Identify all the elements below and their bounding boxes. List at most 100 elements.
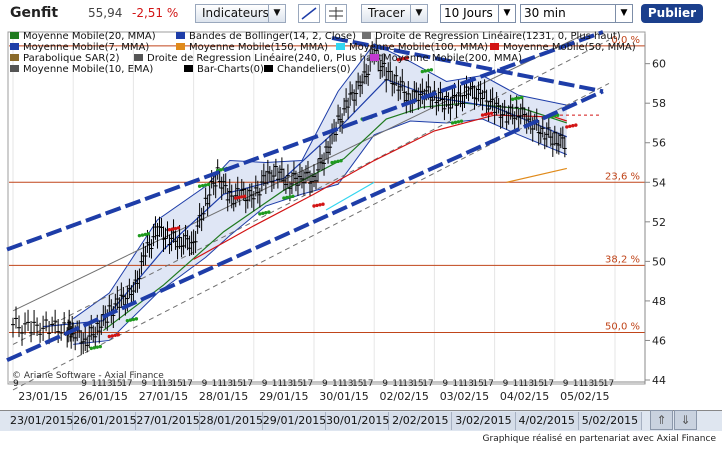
- y-tick-label: 54: [652, 176, 666, 189]
- sar-dot: [339, 159, 343, 163]
- interval-select[interactable]: 30 min ▼: [520, 4, 633, 23]
- legend-swatch: [134, 54, 143, 61]
- legend-label: Bar-Charts(0): [197, 64, 264, 75]
- sar-dot: [107, 334, 112, 339]
- x-date-label: 03/02/15: [440, 390, 489, 403]
- sar-dot: [240, 195, 244, 199]
- trendline-tool-icon[interactable]: [298, 4, 320, 23]
- sar-dot: [131, 317, 136, 322]
- sar-dot: [258, 212, 262, 216]
- x-axis: 923/01/159 1113151726/01/159 1113151727/01…: [9, 379, 645, 403]
- sar-dot: [143, 232, 148, 237]
- sar-dot: [197, 184, 202, 188]
- instrument-title: Genfit: [10, 5, 59, 21]
- legend-label: Droite de Regression Linéaire(240, 0, Pl…: [147, 52, 386, 64]
- day-tab[interactable]: 29/01/2015: [262, 412, 326, 430]
- sar-dot: [146, 232, 151, 236]
- day-tab[interactable]: 27/01/2015: [136, 412, 200, 430]
- footer-credit: Graphique réalisé en partenariat avec Ax…: [482, 434, 716, 444]
- copyright-text: © Ariane Software - Axial Finance: [12, 371, 164, 381]
- day-tab[interactable]: 23/01/2015: [10, 412, 73, 430]
- x-date-label: 30/01/15: [319, 390, 368, 403]
- legend-swatch: [176, 43, 185, 50]
- fibonacci-label: 38,2 %: [605, 254, 640, 265]
- sar-dot: [420, 69, 425, 74]
- sar-dot: [516, 96, 521, 100]
- sar-dot: [234, 196, 238, 200]
- legend-label: Moyenne Mobile(100, MMA): [349, 42, 488, 53]
- x-hour-label: 9: [322, 379, 328, 389]
- horizontal-line-tool-icon[interactable]: [325, 4, 347, 23]
- chevron-down-icon: ▼: [615, 5, 632, 22]
- draw-button[interactable]: Tracer ▼: [361, 4, 428, 23]
- legend-label: Moyenne Mobile(50, MMA): [503, 42, 636, 53]
- legend-swatch: [370, 54, 379, 61]
- day-tab[interactable]: 4/02/2015: [515, 412, 579, 430]
- legend-label: Moyenne Mobile(20, MMA): [23, 31, 156, 42]
- price-chart[interactable]: 0,0 %23,6 %38,2 %50,0 % 4446485052545658…: [0, 28, 722, 410]
- sar-dot: [264, 211, 268, 215]
- day-navigator[interactable]: 23/01/2015 26/01/2015 27/01/2015 28/01/2015…: [0, 410, 722, 431]
- sar-dot: [318, 203, 322, 207]
- day-tab[interactable]: 28/01/2015: [199, 412, 263, 430]
- legend-label: Moyenne Mobile(7, MMA): [23, 42, 149, 53]
- x-hour-label: 17: [242, 379, 253, 389]
- day-tab[interactable]: 30/01/2015: [326, 412, 389, 430]
- day-tab[interactable]: 5/02/2015: [578, 412, 642, 430]
- sar-dot: [200, 183, 205, 188]
- sar-dot: [568, 124, 572, 129]
- legend-label: Moyenne Mobile(150, MMA): [189, 42, 328, 53]
- legend-swatch: [490, 43, 499, 50]
- sar-dot: [483, 112, 488, 117]
- sar-dot: [89, 346, 93, 351]
- legend-swatch: [336, 43, 345, 50]
- sar-dot: [110, 334, 115, 338]
- legend-label: Bandes de Bollinger(14, 2, Close): [189, 31, 356, 42]
- x-date-label: 04/02/15: [500, 390, 549, 403]
- chevron-down-icon: ▼: [268, 5, 285, 22]
- sar-dot: [513, 96, 518, 101]
- sar-dot: [267, 210, 271, 214]
- sar-dot: [173, 226, 178, 231]
- day-tab[interactable]: 3/02/2015: [452, 412, 516, 430]
- scroll-down-button[interactable]: ⇓: [674, 410, 697, 430]
- legend-label: Droite de Regression Linéaire(1231, 0, P…: [375, 30, 621, 42]
- scroll-up-button[interactable]: ⇑: [650, 410, 673, 430]
- horizontal-lines-icon: [329, 7, 343, 20]
- y-tick-label: 44: [652, 374, 666, 387]
- sar-dot: [282, 196, 286, 200]
- legend-label: Moyenne Mobile(10, EMA): [23, 64, 153, 75]
- y-tick-label: 48: [652, 295, 666, 308]
- period-select[interactable]: 10 Jours ▼: [440, 4, 516, 23]
- day-tab[interactable]: 2/02/2015: [389, 412, 453, 430]
- fibonacci-label: 23,6 %: [605, 171, 640, 182]
- sar-dot: [176, 226, 181, 230]
- y-tick-label: 56: [652, 137, 666, 150]
- x-hour-label: 9: [382, 379, 388, 389]
- sar-dot: [116, 333, 121, 337]
- sar-dot: [426, 68, 431, 73]
- legend-swatch: [10, 65, 19, 72]
- legend-label: Chandeliers(0): [277, 64, 351, 75]
- sar-dot: [510, 97, 515, 101]
- sar-dot: [243, 194, 247, 199]
- sar-dot: [167, 228, 172, 232]
- fibonacci-label: 50,0 %: [605, 322, 640, 333]
- sar-dot: [288, 195, 292, 199]
- sar-dot: [459, 119, 464, 123]
- y-tick-label: 46: [652, 334, 666, 347]
- interval-value: 30 min: [524, 6, 566, 20]
- x-hour-label: 9: [503, 379, 509, 389]
- day-tab[interactable]: 26/01/2015: [73, 412, 137, 430]
- sar-dot: [98, 344, 102, 349]
- sar-dot: [285, 195, 289, 200]
- sar-dot: [321, 202, 325, 206]
- sar-dot: [140, 233, 145, 237]
- x-hour-label: 17: [482, 379, 493, 389]
- y-tick-label: 52: [652, 216, 666, 229]
- indicators-button[interactable]: Indicateurs ▼: [195, 4, 286, 23]
- x-date-label: 26/01/15: [78, 390, 127, 403]
- toolbar: Genfit 55,94 -2,51 % Indicateurs ▼ Trace…: [0, 0, 722, 28]
- publish-button[interactable]: Publier: [641, 4, 703, 23]
- x-hour-label: 9: [262, 379, 268, 389]
